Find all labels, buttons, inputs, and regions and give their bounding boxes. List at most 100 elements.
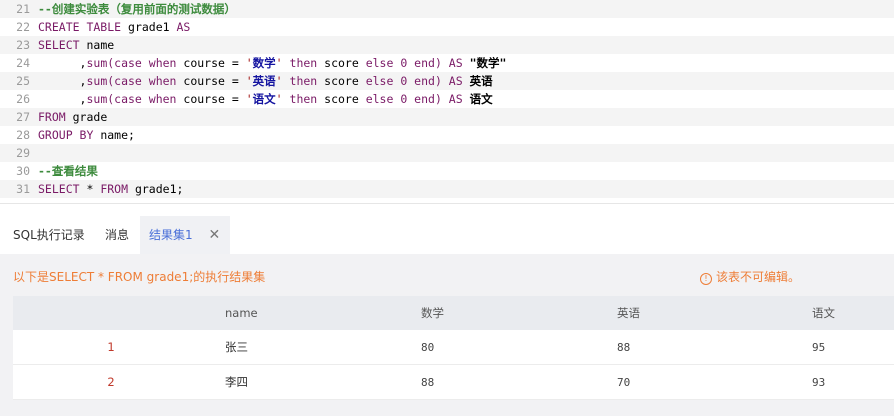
code-line[interactable]: 31 SELECT * FROM grade1;: [0, 180, 894, 198]
column-header-name[interactable]: name: [209, 296, 405, 330]
code-token: else 0 end): [365, 74, 442, 88]
code-line[interactable]: 26 ,sum(case when course = '语文' then sco…: [0, 90, 894, 108]
column-header-math[interactable]: 数学: [405, 296, 601, 330]
code-token: name;: [93, 128, 135, 142]
column-header-english[interactable]: 英语: [601, 296, 796, 330]
cell-english[interactable]: 70: [601, 365, 796, 400]
code-token: name: [79, 38, 115, 52]
close-icon[interactable]: ✕: [208, 216, 220, 254]
tab-messages-label: 消息: [105, 228, 130, 242]
cell-chinese[interactable]: 95: [796, 330, 894, 365]
code-token: ': [275, 74, 290, 88]
cell-math[interactable]: 88: [405, 365, 601, 400]
readonly-notice-text: 该表不可编辑。: [716, 270, 801, 284]
code-text: CREATE TABLE grade1 AS: [38, 18, 190, 36]
code-token: course: [176, 92, 232, 106]
cell-chinese[interactable]: 93: [796, 365, 894, 400]
code-token: =: [231, 74, 239, 88]
code-token: AS: [441, 92, 470, 106]
line-number: 24: [16, 56, 30, 70]
result-info-text: 以下是SELECT * FROM grade1;的执行结果集: [13, 270, 266, 284]
code-text: --查看结果: [38, 162, 98, 180]
code-text: --创建实验表（复用前面的测试数据）: [38, 0, 236, 18]
column-header-index: [13, 296, 209, 330]
code-token: --创建实验表（复用前面的测试数据）: [38, 2, 236, 16]
line-number: 31: [16, 182, 30, 196]
code-token: sum(case when: [86, 92, 177, 106]
tab-sql-history[interactable]: SQL执行记录: [13, 216, 85, 254]
readonly-notice: ! 该表不可编辑。: [700, 268, 800, 285]
code-token: 英语: [469, 74, 493, 88]
code-line[interactable]: 29: [0, 144, 894, 162]
code-token: =: [231, 56, 239, 70]
line-number: 23: [16, 38, 30, 52]
editor-divider: [0, 203, 894, 204]
code-line[interactable]: 28 GROUP BY name;: [0, 126, 894, 144]
code-text: ,sum(case when course = '语文' then score …: [38, 90, 493, 108]
result-panel: 以下是SELECT * FROM grade1;的执行结果集 ! 该表不可编辑。 …: [0, 254, 894, 416]
code-token: FROM: [100, 182, 129, 196]
sql-editor[interactable]: 21 --创建实验表（复用前面的测试数据） 22 CREATE TABLE grade…: [0, 0, 894, 204]
code-token: else 0 end): [365, 92, 442, 106]
tab-result-set[interactable]: 结果集1 ✕: [140, 216, 230, 254]
tab-messages[interactable]: 消息: [105, 216, 129, 254]
column-header-chinese[interactable]: 语文: [796, 296, 894, 330]
code-token: else 0 end): [365, 56, 442, 70]
code-token: 语文: [252, 92, 276, 106]
code-token: then: [289, 74, 318, 88]
code-token: course: [176, 74, 232, 88]
table-row[interactable]: 2 李四 88 70 93: [13, 364, 894, 400]
code-token: grade: [65, 110, 108, 124]
line-number: 25: [16, 74, 30, 88]
cell-math[interactable]: 80: [405, 330, 601, 365]
code-token: ,: [38, 56, 87, 70]
code-token: ,: [38, 74, 87, 88]
code-token: AS: [441, 74, 470, 88]
code-line[interactable]: 30 --查看结果: [0, 162, 894, 180]
line-number: 26: [16, 92, 30, 106]
cell-name[interactable]: 李四: [209, 365, 405, 400]
code-text: SELECT * FROM grade1;: [38, 180, 183, 198]
code-token: ': [275, 56, 290, 70]
code-token: ': [275, 92, 290, 106]
code-token: "数学": [469, 56, 507, 70]
code-token: then: [289, 56, 318, 70]
code-token: SELECT: [38, 38, 80, 52]
cell-name[interactable]: 张三: [209, 330, 405, 365]
code-line[interactable]: 21 --创建实验表（复用前面的测试数据）: [0, 0, 894, 18]
line-number: 28: [16, 128, 30, 142]
table-row[interactable]: 1 张三 80 88 95: [13, 330, 894, 365]
line-number: 22: [16, 20, 30, 34]
code-text: SELECT name: [38, 36, 114, 54]
cell-english[interactable]: 88: [601, 330, 796, 365]
code-line[interactable]: 24 ,sum(case when course = '数学' then sco…: [0, 54, 894, 72]
result-tabbar: SQL执行记录 消息 结果集1 ✕: [0, 216, 894, 254]
code-token: sum(case when: [86, 56, 177, 70]
line-number: 21: [16, 2, 30, 16]
result-info-row: 以下是SELECT * FROM grade1;的执行结果集 ! 该表不可编辑。: [0, 254, 894, 296]
code-line[interactable]: 25 ,sum(case when course = '英语' then sco…: [0, 72, 894, 90]
code-token: *: [79, 182, 101, 196]
tab-result-set-label: 结果集1: [149, 228, 193, 242]
code-token: score: [317, 56, 366, 70]
code-token: 语文: [469, 92, 493, 106]
code-line[interactable]: 23 SELECT name: [0, 36, 894, 54]
code-text: FROM grade: [38, 108, 107, 126]
code-text: GROUP BY name;: [38, 126, 135, 144]
line-number: 29: [16, 146, 30, 160]
code-token: FROM: [38, 110, 66, 124]
table-header-row: name 数学 英语 语文: [13, 296, 894, 330]
code-token: sum(case when: [86, 74, 177, 88]
code-line[interactable]: 27 FROM grade: [0, 108, 894, 126]
code-line[interactable]: 22 CREATE TABLE grade1 AS: [0, 18, 894, 36]
code-token: AS: [176, 20, 191, 34]
row-index: 2: [107, 375, 115, 389]
code-token: 英语: [252, 74, 276, 88]
info-icon: !: [700, 273, 712, 285]
line-number: 27: [16, 110, 30, 124]
code-token: ': [238, 92, 253, 106]
result-table: name 数学 英语 语文 1 张三 80 88 95 2 李四 88 70 9…: [13, 296, 894, 400]
code-token: grade1;: [128, 182, 184, 196]
code-text: ,sum(case when course = '英语' then score …: [38, 72, 493, 90]
code-token: ': [238, 74, 253, 88]
